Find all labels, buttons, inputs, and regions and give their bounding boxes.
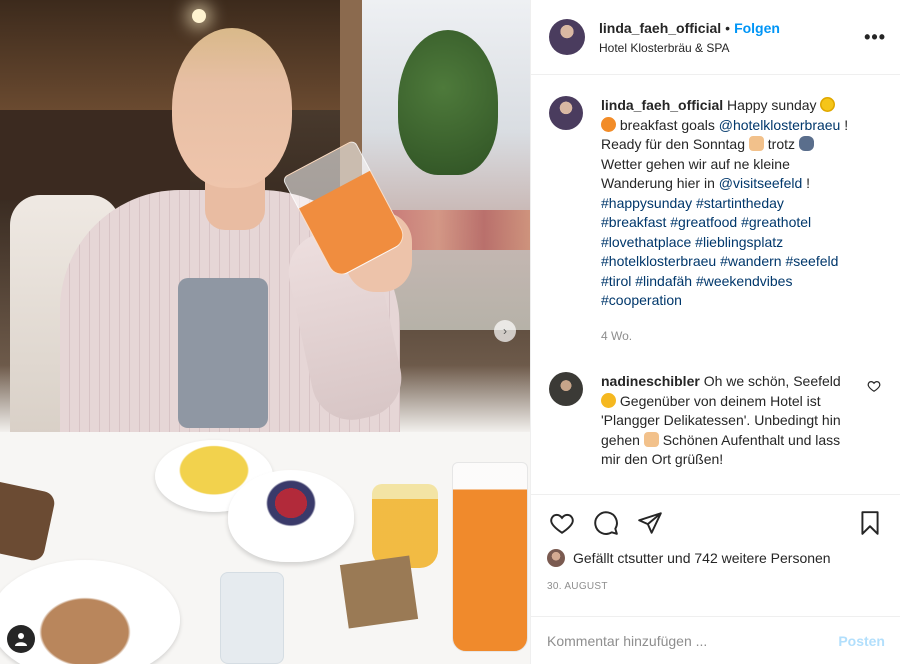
paper-plane-icon — [638, 512, 662, 534]
carousel-next-button[interactable]: › — [494, 320, 516, 342]
photo-berry-bowl — [228, 470, 354, 562]
comment-row: nadineschibler Oh we schön, Seefeld Gege… — [549, 372, 883, 470]
add-comment-bar: Posten — [531, 616, 900, 664]
comments-list[interactable]: linda_faeh_official Happy sunday breakfa… — [531, 76, 900, 494]
post-side-panel: linda_faeh_official • Folgen Hotel Klost… — [530, 0, 900, 664]
post-photo[interactable]: › — [0, 0, 530, 664]
comment-text-1: Oh we schön, Seefeld — [703, 373, 841, 389]
like-button[interactable] — [547, 508, 577, 538]
caption-text-1: Happy sunday — [727, 97, 817, 113]
header-top-line: linda_faeh_official • Folgen — [599, 20, 864, 36]
commenter-avatar[interactable] — [549, 372, 583, 406]
caption-body: linda_faeh_official Happy sunday breakfa… — [601, 96, 851, 346]
commenter-username[interactable]: nadineschibler — [601, 373, 700, 389]
comment-button[interactable] — [591, 508, 621, 538]
smile-emoji-icon — [601, 392, 616, 408]
sun-emoji-icon — [820, 97, 836, 112]
tagged-users-button[interactable] — [7, 625, 35, 653]
photo-orange-juice — [452, 462, 528, 652]
comment-like-heart-icon[interactable] — [867, 379, 881, 393]
author-username[interactable]: linda_faeh_official — [599, 20, 721, 36]
likes-line[interactable]: Gefällt ctsutter und 742 weitere Persone… — [547, 549, 885, 567]
photo-wall — [0, 110, 190, 200]
user-icon — [15, 633, 27, 646]
comment-input[interactable] — [547, 632, 833, 649]
mention-seefeld[interactable]: @visitseefeld — [719, 175, 802, 191]
more-options-icon[interactable]: ••• — [864, 27, 886, 48]
share-button[interactable] — [635, 508, 665, 538]
caption-hashtags[interactable]: #happysunday #startintheday #breakfast #… — [601, 195, 838, 309]
mention-hotel[interactable]: @hotelklosterbraeu — [719, 117, 841, 133]
caption-text-6: ! — [806, 175, 811, 191]
photo-tree — [398, 30, 498, 175]
post-header: linda_faeh_official • Folgen Hotel Klost… — [531, 0, 900, 75]
caption-text-2: breakfast goals — [619, 116, 715, 133]
caption-username[interactable]: linda_faeh_official — [601, 97, 723, 113]
thumbs-up-emoji-icon — [748, 136, 764, 151]
likes-text[interactable]: Gefällt ctsutter und 742 weitere Persone… — [573, 550, 831, 566]
post-actions: Gefällt ctsutter und 742 weitere Persone… — [531, 494, 900, 592]
caption-row: linda_faeh_official Happy sunday breakfa… — [549, 96, 883, 346]
photo-woman-shirt — [178, 278, 268, 428]
thumbs-up-emoji-icon — [643, 431, 659, 447]
caption-timestamp[interactable]: 4 Wo. — [601, 327, 851, 347]
heart-eyes-emoji-icon — [601, 116, 616, 132]
post-location[interactable]: Hotel Klosterbräu & SPA — [599, 41, 864, 55]
action-icons — [547, 507, 885, 539]
caption-avatar[interactable] — [549, 96, 583, 130]
save-button[interactable] — [855, 508, 885, 538]
comment-bubble-icon — [594, 511, 618, 535]
bookmark-icon — [861, 511, 879, 535]
photo-woman-head — [172, 28, 292, 188]
author-avatar[interactable] — [549, 19, 585, 55]
follow-button[interactable]: Folgen — [734, 20, 780, 36]
separator-dot: • — [725, 19, 731, 36]
photo-ceiling-light — [192, 9, 206, 23]
photo-flowers — [392, 210, 530, 250]
liker-avatar — [547, 549, 565, 567]
photo-napkin — [339, 555, 419, 629]
photo-water-glass — [220, 572, 284, 664]
header-text: linda_faeh_official • Folgen Hotel Klost… — [599, 20, 864, 55]
post-date[interactable]: 30. AUGUST — [547, 581, 885, 592]
post-comment-button[interactable]: Posten — [838, 633, 885, 649]
rain-cloud-emoji-icon — [798, 136, 814, 151]
comment-body: nadineschibler Oh we schön, Seefeld Gege… — [601, 372, 851, 470]
caption-text-4: trotz — [767, 136, 796, 152]
heart-icon — [550, 513, 574, 534]
